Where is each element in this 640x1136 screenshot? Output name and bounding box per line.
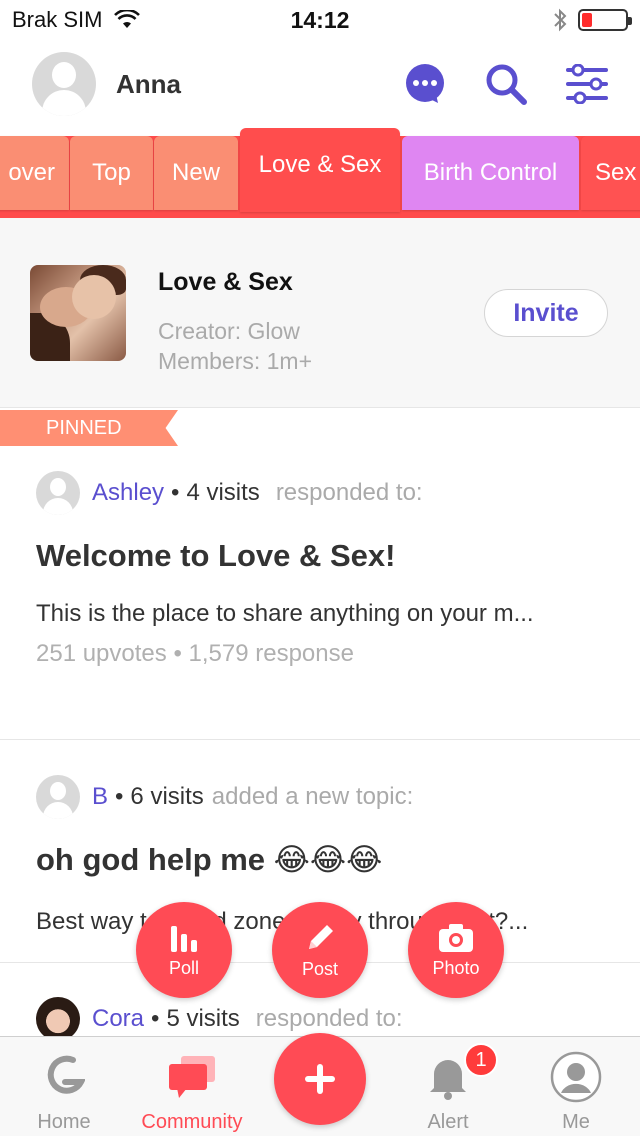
poll-label: Poll [168, 957, 199, 978]
post-title[interactable]: Welcome to Love & Sex! [36, 538, 604, 574]
separator-dot: • [115, 783, 124, 810]
post-card[interactable]: Cora • 5 visits responded to: [0, 996, 640, 1036]
photo-button[interactable]: Photo [408, 902, 504, 998]
group-title: Love & Sex [158, 268, 293, 296]
author-name[interactable]: B [92, 783, 108, 811]
alert-badge: 1 [464, 1043, 498, 1077]
chat-bubble-icon[interactable] [404, 63, 446, 105]
nav-community[interactable]: Community [128, 1037, 256, 1136]
battery-icon [578, 9, 632, 31]
user-avatar[interactable] [32, 52, 96, 116]
post-button[interactable]: Post [272, 902, 368, 998]
bell-icon [430, 1060, 466, 1100]
nav-me-label: Me [562, 1111, 590, 1133]
post-action: responded to: [255, 1005, 403, 1032]
post-action: responded to: [275, 479, 423, 506]
poll-button[interactable]: Poll [136, 902, 232, 998]
author-avatar[interactable] [36, 471, 80, 515]
plus-icon [305, 1064, 335, 1094]
top-header: Anna [0, 40, 640, 128]
nav-home-label: Home [37, 1111, 91, 1133]
tab-birth-control[interactable]: Birth Control [402, 136, 579, 210]
nav-alert-label: Alert [427, 1111, 469, 1133]
search-icon[interactable] [484, 62, 528, 106]
wifi-icon [114, 10, 141, 28]
community-chat-icon [169, 1056, 215, 1098]
username[interactable]: Anna [116, 69, 181, 100]
profile-icon [550, 1051, 602, 1103]
visit-count: 5 visits [166, 1005, 240, 1032]
post-excerpt[interactable]: This is the place to share anything on y… [36, 600, 604, 628]
divider [0, 739, 640, 740]
post-card[interactable]: Ashley • 4 visits responded to: Welcome … [0, 470, 640, 668]
post-label: Post [301, 958, 339, 979]
separator-dot: • [151, 1005, 160, 1032]
author-name[interactable]: Ashley [92, 479, 164, 507]
post-action: added a new topic: [211, 783, 414, 810]
author-avatar[interactable] [36, 775, 80, 819]
bottom-navigation: Home Community Alert 1 Me [0, 1033, 640, 1136]
separator-dot: • [171, 479, 180, 506]
nav-community-label: Community [141, 1111, 243, 1133]
status-bar: Brak SIM 14:12 [0, 0, 640, 40]
group-members: Members: 1m+ [158, 348, 313, 374]
nav-me[interactable]: Me [512, 1037, 640, 1136]
tab-new[interactable]: New [154, 136, 238, 210]
tab-over[interactable]: over [0, 136, 69, 210]
invite-button[interactable]: Invite [484, 289, 608, 337]
group-thumbnail [30, 265, 126, 361]
tab-love-sex[interactable]: Love & Sex [240, 128, 400, 212]
post-title[interactable]: oh god help me 😂😂😂 [36, 842, 604, 878]
bluetooth-icon [554, 8, 567, 32]
tab-sex[interactable]: Sex [581, 136, 640, 210]
tab-top[interactable]: Top [70, 136, 153, 210]
post-stats: 251 upvotes • 1,579 response [36, 640, 354, 667]
glow-logo-icon [47, 1055, 85, 1094]
category-tabs: over Top New Love & Sex Birth Control Se… [0, 128, 640, 218]
photo-label: Photo [432, 957, 480, 978]
visit-count: 4 visits [186, 479, 260, 506]
nav-home[interactable]: Home [0, 1037, 128, 1136]
group-info-card: Love & Sex Creator: Glow Members: 1m+ In… [0, 218, 640, 408]
pencil-icon [309, 924, 333, 949]
filter-sliders-icon[interactable] [566, 64, 608, 104]
bar-chart-icon [171, 925, 197, 952]
carrier-label: Brak SIM [12, 7, 103, 32]
add-button[interactable] [274, 1033, 366, 1125]
group-creator: Creator: Glow [158, 318, 300, 344]
camera-icon [439, 923, 473, 952]
pinned-ribbon: PINNED [0, 410, 178, 446]
author-avatar[interactable] [36, 997, 80, 1036]
author-name[interactable]: Cora [92, 1005, 144, 1033]
visit-count: 6 visits [130, 783, 204, 810]
